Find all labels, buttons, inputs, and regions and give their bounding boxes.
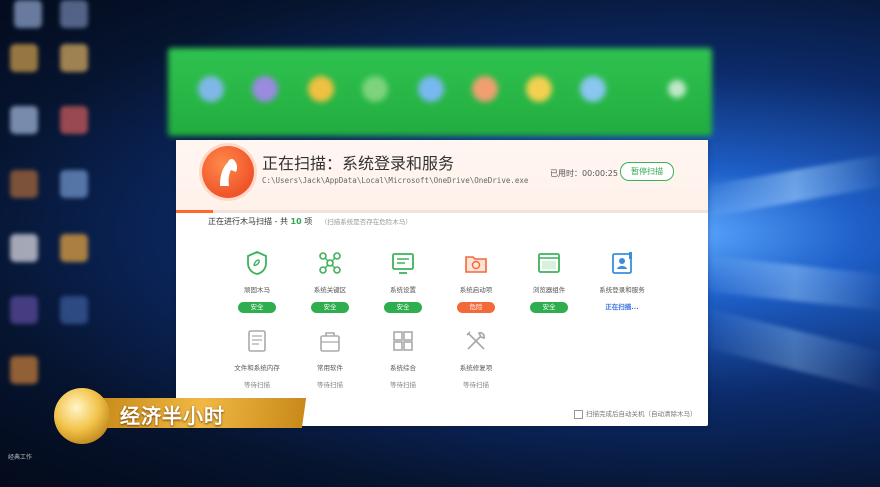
channel-name: 经济半小时 xyxy=(120,404,225,428)
item-count: 10 xyxy=(290,217,302,226)
desktop-light-beam xyxy=(700,255,880,311)
status-badge: 安全 xyxy=(311,302,349,313)
desktop-app-icon[interactable] xyxy=(14,0,42,28)
status-badge: 危险 xyxy=(457,302,495,313)
desktop-light-beam xyxy=(700,306,880,394)
desktop-app-icon[interactable] xyxy=(10,170,38,198)
blurred-toolbar xyxy=(168,48,712,136)
scan-item-label: 系统启动项 xyxy=(459,286,493,294)
desktop-app-icon[interactable] xyxy=(10,44,38,72)
tv-channel-logo: 经济半小时 xyxy=(54,382,307,444)
subheader-suffix: 项 xyxy=(304,217,313,226)
toolbar-icon[interactable] xyxy=(472,76,498,102)
toolbar-icon[interactable] xyxy=(308,76,334,102)
scan-item-label: 系统综合 xyxy=(390,364,416,372)
auto-shutdown-option[interactable]: 扫描完成后自动关机（自动清除木马） xyxy=(574,408,697,419)
toolbar-icon[interactable] xyxy=(526,76,552,102)
scan-item-login-services[interactable]: 系统登录和服务 正在扫描... xyxy=(583,250,661,313)
startup-folder-icon xyxy=(465,256,487,273)
scan-header: 正在扫描：系统登录和服务 C:\Users\Jack\AppData\Local… xyxy=(176,140,708,213)
desktop-app-icon[interactable] xyxy=(10,296,38,324)
desktop-app-icon[interactable] xyxy=(10,234,38,262)
toolbar-icon[interactable] xyxy=(580,76,606,102)
scan-item-stubborn-trojan[interactable]: 顽固木马 安全 xyxy=(218,250,296,313)
toolbar-icon[interactable] xyxy=(252,76,278,102)
shield-icon xyxy=(247,251,267,275)
desktop-app-icon[interactable] xyxy=(60,0,88,28)
subheader-hint: （扫描系统是否存在危险木马） xyxy=(320,218,412,226)
scan-item-label: 系统登录和服务 xyxy=(599,286,645,294)
desktop-app-icon[interactable] xyxy=(10,106,38,134)
windows-icon xyxy=(393,331,413,351)
scan-item-label: 文件和系统内存 xyxy=(234,364,280,372)
auto-shutdown-label: 扫描完成后自动关机（自动清除木马） xyxy=(586,410,697,418)
repair-tools-icon xyxy=(466,331,486,350)
scan-item-label: 系统设置 xyxy=(390,286,416,294)
antivirus-logo xyxy=(202,146,254,198)
settings-monitor-icon xyxy=(392,253,414,274)
scan-item-label: 顽固木马 xyxy=(244,286,270,294)
status-badge: 安全 xyxy=(238,302,276,313)
login-service-icon xyxy=(612,252,632,274)
scan-item-startup[interactable]: 系统启动项 危险 xyxy=(437,250,515,313)
scan-item-label: 常用软件 xyxy=(317,364,343,372)
desktop-app-icon[interactable] xyxy=(60,44,88,72)
pause-scan-button[interactable]: 暂停扫描 xyxy=(620,162,674,181)
scan-file-path: C:\Users\Jack\AppData\Local\Microsoft\On… xyxy=(262,176,529,185)
scan-item-label: 系统修复项 xyxy=(459,364,493,372)
status-badge: 等待扫描 xyxy=(317,381,343,389)
auto-shutdown-checkbox[interactable] xyxy=(574,409,583,419)
scan-window: 正在扫描：系统登录和服务 C:\Users\Jack\AppData\Local… xyxy=(176,140,708,426)
desktop-app-icon[interactable] xyxy=(10,356,38,384)
scan-item-system-general[interactable]: 系统综合 等待扫描 xyxy=(364,328,442,391)
status-badge: 等待扫描 xyxy=(463,381,489,389)
scan-item-system-repair[interactable]: 系统修复项 等待扫描 xyxy=(437,328,515,391)
scan-title: 正在扫描：系统登录和服务 xyxy=(262,154,455,173)
toolbar-icon[interactable] xyxy=(362,76,388,102)
scan-item-browser[interactable]: 浏览器组件 安全 xyxy=(510,250,588,313)
file-memory-icon xyxy=(248,330,266,352)
desktop-app-icon[interactable] xyxy=(60,170,88,198)
desktop-app-icon[interactable] xyxy=(60,296,88,324)
elapsed-time: 已用时：00:00:25 xyxy=(550,169,618,178)
status-badge: 正在扫描... xyxy=(605,303,639,311)
toolbar-icon[interactable] xyxy=(668,80,686,98)
globe-icon xyxy=(54,388,110,444)
desktop-app-icon[interactable] xyxy=(60,234,88,262)
status-badge: 等待扫描 xyxy=(390,381,416,389)
subheader-prefix: 正在进行木马扫描 - 共 xyxy=(208,217,288,226)
scan-item-common-software[interactable]: 常用软件 等待扫描 xyxy=(291,328,369,391)
desktop-light-beam xyxy=(700,153,880,219)
status-badge: 安全 xyxy=(384,302,422,313)
scan-item-label: 浏览器组件 xyxy=(532,286,566,294)
scan-item-system-settings[interactable]: 系统设置 安全 xyxy=(364,250,442,313)
scan-progress-bar xyxy=(176,210,708,213)
scan-item-label: 系统关键区 xyxy=(313,286,347,294)
status-badge: 安全 xyxy=(530,302,568,313)
nodes-icon xyxy=(319,252,341,274)
browser-window-icon xyxy=(538,253,560,273)
scan-progress-fill xyxy=(176,210,214,213)
scan-item-key-area[interactable]: 系统关键区 安全 xyxy=(291,250,369,313)
horse-icon xyxy=(220,158,238,186)
toolbar-icon[interactable] xyxy=(198,76,224,102)
toolbar-icon[interactable] xyxy=(418,76,444,102)
scan-subheader: 正在进行木马扫描 - 共 10 项 （扫描系统是否存在危险木马） xyxy=(208,216,412,227)
software-icon xyxy=(320,332,340,352)
desktop-app-icon[interactable] xyxy=(60,106,88,134)
corner-caption: 经典工作 xyxy=(8,454,33,461)
